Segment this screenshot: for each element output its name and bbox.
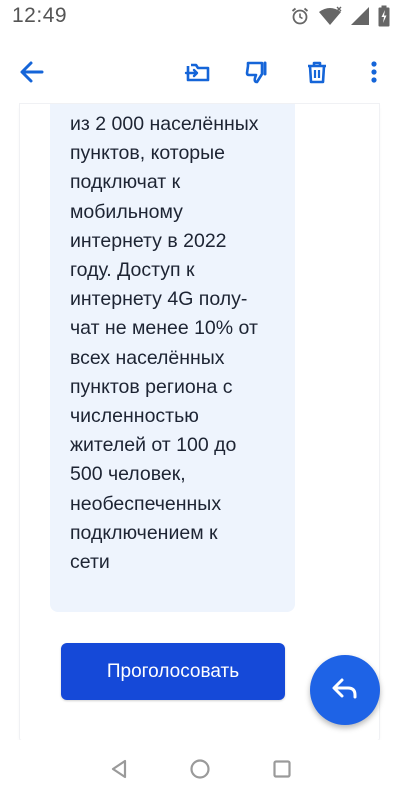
thumbs-down-icon bbox=[243, 58, 271, 91]
message-toolbar bbox=[0, 44, 400, 104]
square-recents-icon bbox=[271, 758, 293, 785]
move-to-folder-button[interactable] bbox=[180, 56, 216, 92]
spam-button[interactable] bbox=[239, 56, 275, 92]
message-text-block: из 2 000 населённых пунктов, которые под… bbox=[50, 104, 295, 612]
circle-home-icon bbox=[189, 758, 211, 785]
alarm-icon bbox=[290, 6, 310, 26]
reply-fab[interactable] bbox=[310, 655, 380, 725]
triangle-back-icon bbox=[108, 758, 130, 785]
screen: 12:49 из 2 000 населённых пунктов, котор… bbox=[0, 0, 400, 800]
signal-icon bbox=[350, 6, 370, 26]
nav-recents-button[interactable] bbox=[269, 758, 295, 784]
trash-icon bbox=[303, 58, 331, 91]
status-bar: 12:49 bbox=[0, 0, 400, 36]
nav-back-button[interactable] bbox=[106, 758, 132, 784]
battery-charging-icon bbox=[378, 5, 390, 27]
system-navigation-bar bbox=[0, 740, 400, 800]
delete-button[interactable] bbox=[299, 56, 335, 92]
move-to-folder-icon bbox=[184, 58, 212, 91]
status-icons bbox=[290, 5, 390, 27]
more-options-button[interactable] bbox=[356, 56, 392, 92]
nav-home-button[interactable] bbox=[187, 758, 213, 784]
back-button[interactable] bbox=[14, 56, 50, 92]
arrow-left-icon bbox=[18, 58, 46, 91]
vote-button[interactable]: Проголосовать bbox=[61, 643, 285, 700]
reply-icon bbox=[330, 673, 360, 708]
message-body-text: из 2 000 населённых пунктов, которые под… bbox=[70, 113, 259, 574]
wifi-icon bbox=[318, 6, 342, 26]
status-time: 12:49 bbox=[12, 4, 68, 27]
more-vertical-icon bbox=[369, 58, 379, 91]
